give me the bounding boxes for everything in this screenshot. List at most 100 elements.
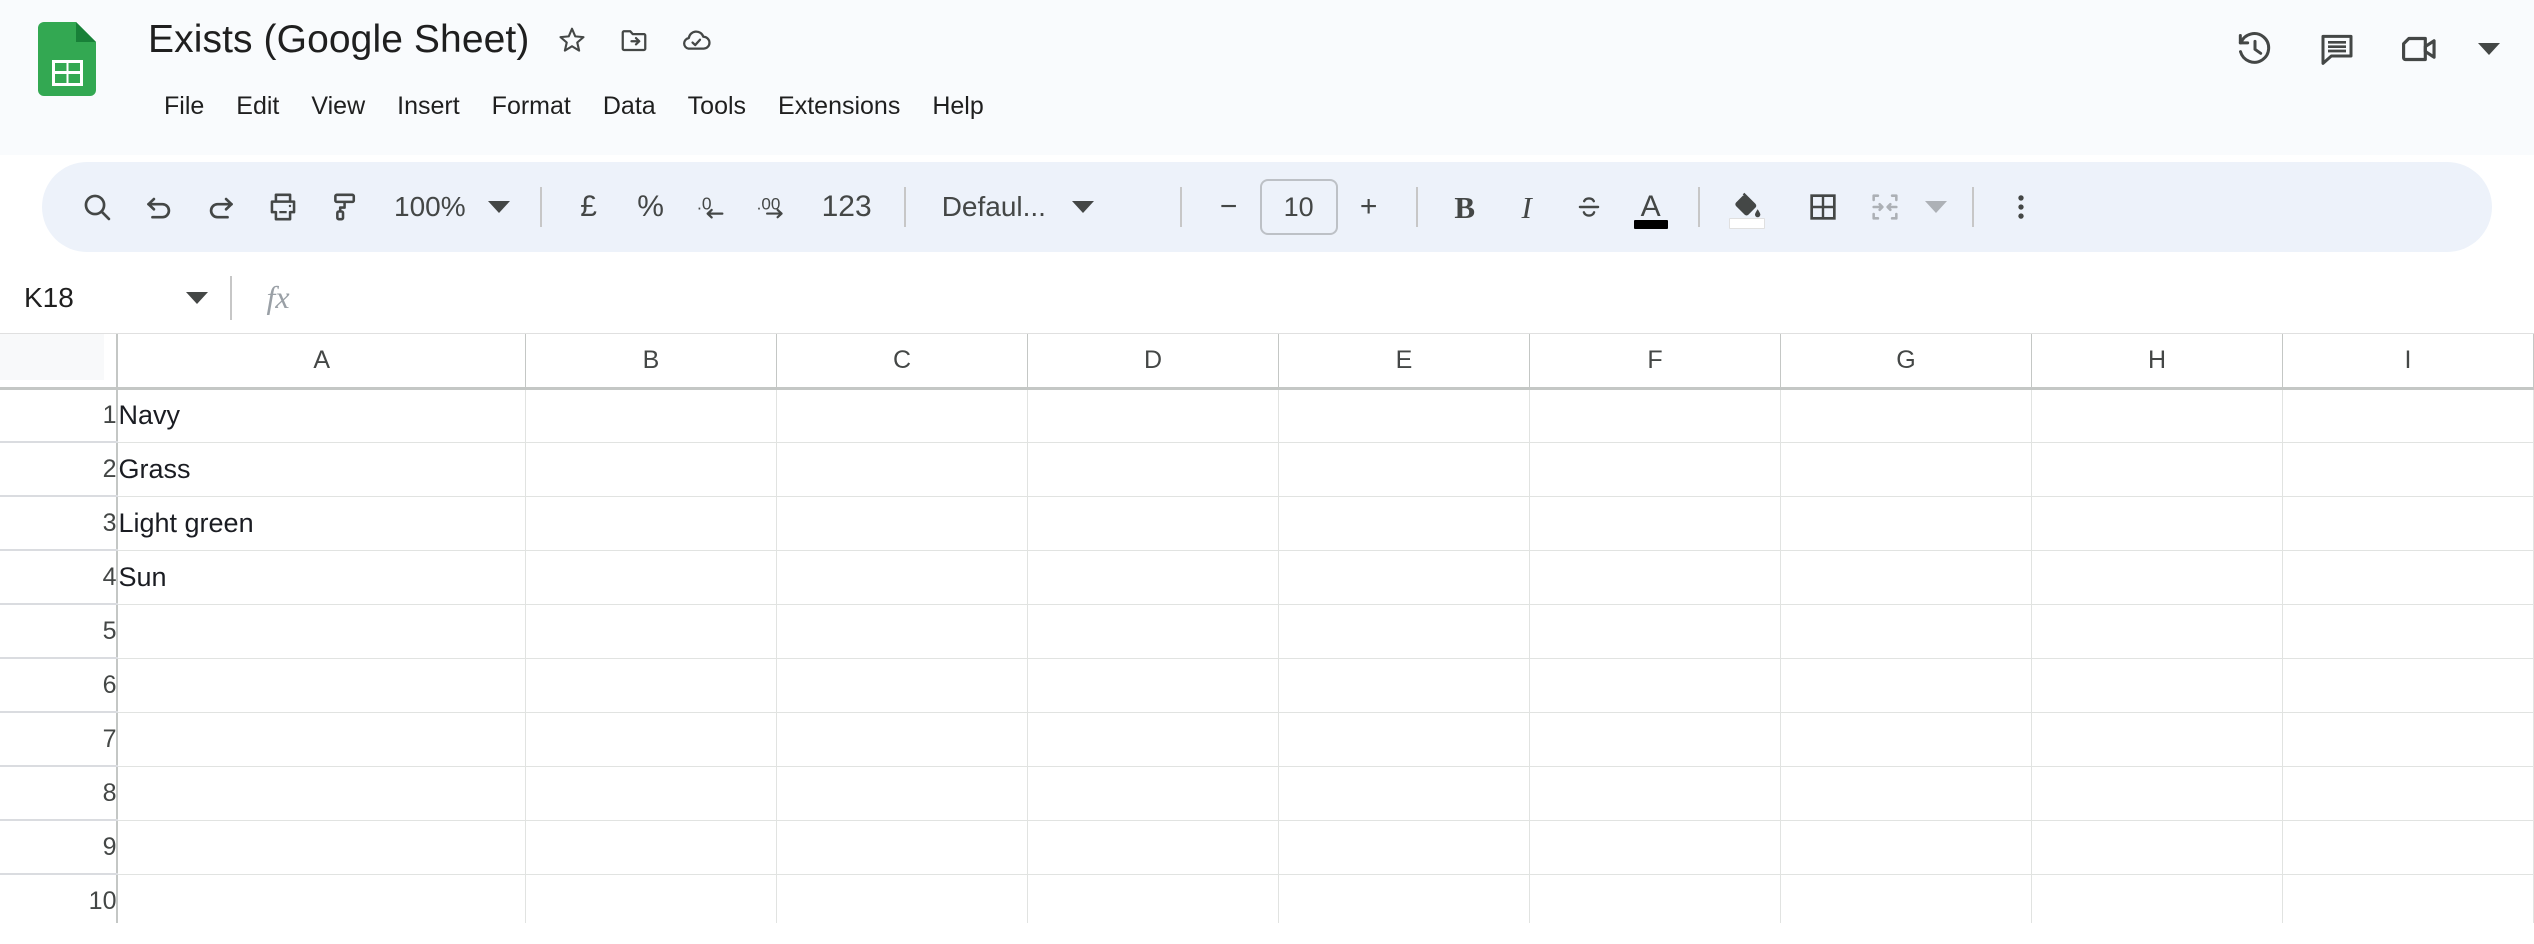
row-header-10[interactable]: 10: [0, 874, 119, 923]
cell-c2[interactable]: [776, 442, 1028, 497]
column-header-b[interactable]: B: [525, 334, 777, 390]
cell-g9[interactable]: [1780, 820, 2032, 875]
cell-d4[interactable]: [1027, 550, 1279, 605]
formula-input[interactable]: [324, 270, 2534, 326]
row-header-2[interactable]: 2: [0, 442, 119, 497]
cell-c9[interactable]: [776, 820, 1028, 875]
cell-i9[interactable]: [2282, 820, 2534, 875]
cell-e3[interactable]: [1278, 496, 1530, 551]
column-header-h[interactable]: H: [2031, 334, 2283, 390]
cell-f9[interactable]: [1529, 820, 1781, 875]
cell-g4[interactable]: [1780, 550, 2032, 605]
cell-c1[interactable]: [776, 388, 1028, 443]
row-header-5[interactable]: 5: [0, 604, 119, 659]
cell-a8[interactable]: [117, 766, 526, 821]
font-family-select[interactable]: Defaul...: [922, 178, 1164, 236]
percent-format-button[interactable]: %: [620, 176, 682, 238]
text-color-button[interactable]: A: [1620, 176, 1682, 238]
cloud-saved-icon[interactable]: [677, 21, 715, 59]
decrease-decimal-button[interactable]: .0: [682, 176, 744, 238]
select-all-corner[interactable]: [0, 334, 119, 390]
star-icon[interactable]: [553, 21, 591, 59]
row-header-1[interactable]: 1: [0, 388, 119, 443]
function-icon[interactable]: fx: [232, 279, 324, 316]
row-header-3[interactable]: 3: [0, 496, 119, 551]
cell-e10[interactable]: [1278, 874, 1530, 923]
undo-icon[interactable]: [128, 176, 190, 238]
strikethrough-button[interactable]: [1558, 176, 1620, 238]
cell-e5[interactable]: [1278, 604, 1530, 659]
cell-f2[interactable]: [1529, 442, 1781, 497]
cell-b7[interactable]: [525, 712, 777, 767]
increase-font-size-button[interactable]: +: [1338, 176, 1400, 238]
row-header-9[interactable]: 9: [0, 820, 119, 875]
row-header-6[interactable]: 6: [0, 658, 119, 713]
merge-dropdown-icon[interactable]: [1916, 176, 1956, 238]
menu-item-format[interactable]: Format: [476, 88, 587, 125]
move-to-folder-icon[interactable]: [615, 21, 653, 59]
cell-f6[interactable]: [1529, 658, 1781, 713]
cell-d9[interactable]: [1027, 820, 1279, 875]
cell-e8[interactable]: [1278, 766, 1530, 821]
column-header-g[interactable]: G: [1780, 334, 2032, 390]
cell-i8[interactable]: [2282, 766, 2534, 821]
cell-c3[interactable]: [776, 496, 1028, 551]
cell-a2[interactable]: Grass: [117, 442, 526, 497]
cell-h9[interactable]: [2031, 820, 2283, 875]
cell-g7[interactable]: [1780, 712, 2032, 767]
cell-e2[interactable]: [1278, 442, 1530, 497]
cell-c10[interactable]: [776, 874, 1028, 923]
spreadsheet-grid[interactable]: A B C D E F G H I 1 Navy 2 Grass 3 Light…: [0, 334, 2534, 923]
italic-button[interactable]: I: [1496, 176, 1558, 238]
cell-i7[interactable]: [2282, 712, 2534, 767]
currency-format-button[interactable]: £: [558, 176, 620, 238]
cell-g2[interactable]: [1780, 442, 2032, 497]
menu-item-edit[interactable]: Edit: [220, 88, 295, 125]
more-options-icon[interactable]: [1990, 176, 2052, 238]
cell-c5[interactable]: [776, 604, 1028, 659]
row-header-8[interactable]: 8: [0, 766, 119, 821]
cell-d10[interactable]: [1027, 874, 1279, 923]
page-title[interactable]: Exists (Google Sheet): [148, 16, 529, 64]
cell-h10[interactable]: [2031, 874, 2283, 923]
column-header-e[interactable]: E: [1278, 334, 1530, 390]
cell-i3[interactable]: [2282, 496, 2534, 551]
increase-decimal-button[interactable]: .00: [744, 176, 806, 238]
cell-f7[interactable]: [1529, 712, 1781, 767]
video-camera-icon[interactable]: [2396, 26, 2442, 72]
cell-d8[interactable]: [1027, 766, 1279, 821]
menu-item-view[interactable]: View: [295, 88, 381, 125]
cell-b8[interactable]: [525, 766, 777, 821]
cell-c7[interactable]: [776, 712, 1028, 767]
comment-icon[interactable]: [2314, 26, 2360, 72]
cell-a6[interactable]: [117, 658, 526, 713]
cell-i4[interactable]: [2282, 550, 2534, 605]
cell-h7[interactable]: [2031, 712, 2283, 767]
cell-i2[interactable]: [2282, 442, 2534, 497]
fill-color-button[interactable]: [1716, 176, 1778, 238]
cell-i1[interactable]: [2282, 388, 2534, 443]
borders-button[interactable]: [1792, 176, 1854, 238]
chevron-down-icon[interactable]: [2478, 43, 2500, 55]
cell-a5[interactable]: [117, 604, 526, 659]
cell-e1[interactable]: [1278, 388, 1530, 443]
cell-g1[interactable]: [1780, 388, 2032, 443]
cell-b1[interactable]: [525, 388, 777, 443]
cell-h8[interactable]: [2031, 766, 2283, 821]
cell-a3[interactable]: Light green: [117, 496, 526, 551]
cell-h2[interactable]: [2031, 442, 2283, 497]
cell-a4[interactable]: Sun: [117, 550, 526, 605]
cell-f10[interactable]: [1529, 874, 1781, 923]
row-header-4[interactable]: 4: [0, 550, 119, 605]
menu-item-help[interactable]: Help: [916, 88, 999, 125]
cell-g10[interactable]: [1780, 874, 2032, 923]
cell-d6[interactable]: [1027, 658, 1279, 713]
menu-item-extensions[interactable]: Extensions: [762, 88, 916, 125]
cell-f8[interactable]: [1529, 766, 1781, 821]
cell-d7[interactable]: [1027, 712, 1279, 767]
paint-format-icon[interactable]: [314, 176, 376, 238]
print-icon[interactable]: [252, 176, 314, 238]
number-format-button[interactable]: 123: [806, 176, 888, 238]
cell-f3[interactable]: [1529, 496, 1781, 551]
version-history-icon[interactable]: [2232, 26, 2278, 72]
